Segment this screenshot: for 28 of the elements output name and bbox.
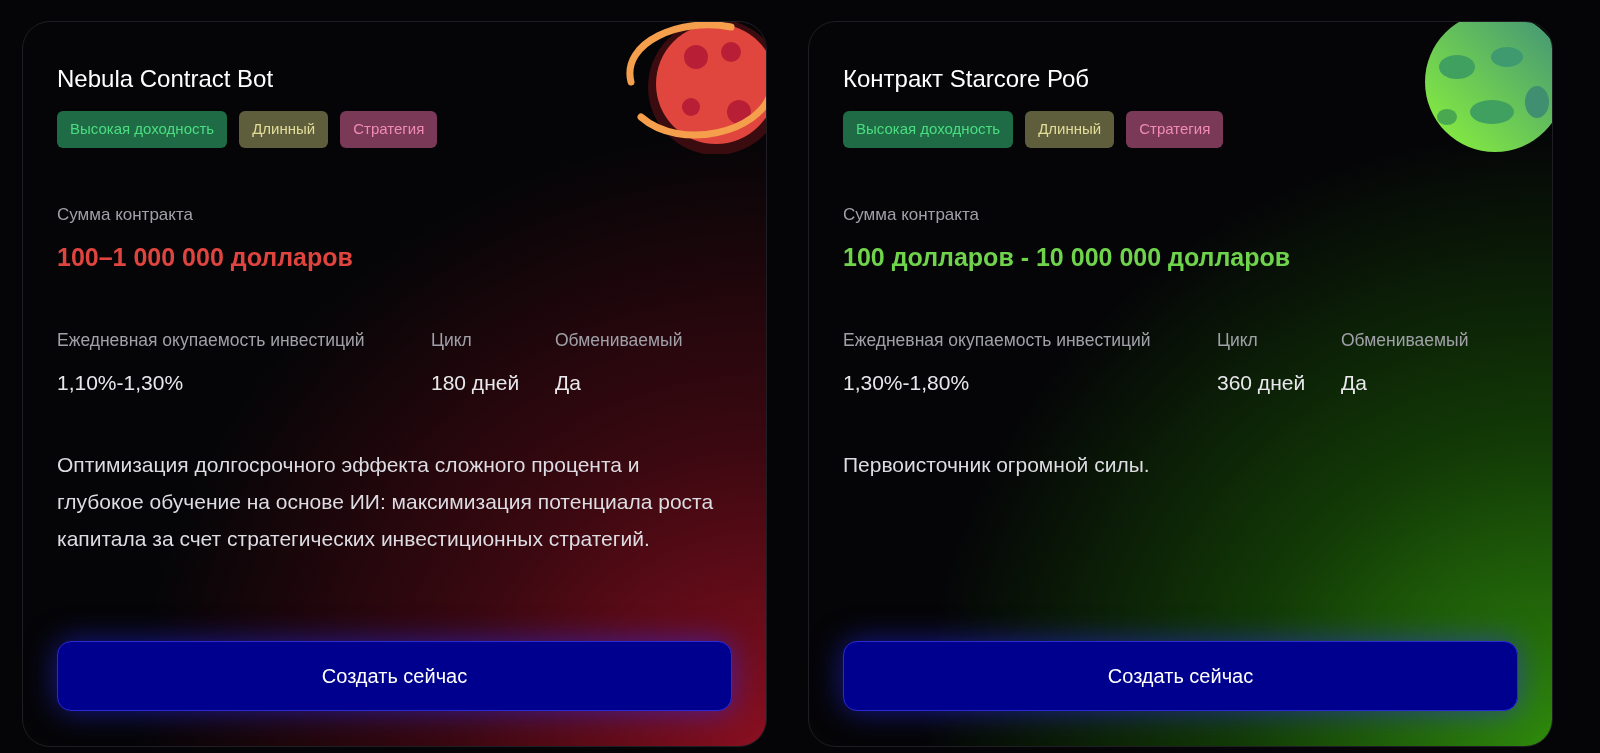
- stat-label: Ежедневная окупаемость инвестиций: [57, 328, 366, 352]
- stat-label: Ежедневная окупаемость инвестиций: [843, 328, 1152, 352]
- stat-label: Цикл: [1217, 328, 1259, 352]
- stat-value: Да: [1341, 369, 1368, 396]
- tag: Высокая доходность: [57, 111, 228, 148]
- tag: Стратегия: [1126, 111, 1224, 148]
- stat-value: 1,30%-1,80%: [843, 369, 971, 396]
- stat-label: Обмениваемый: [1341, 328, 1469, 352]
- contract-amount: 100 долларов - 10 000 000 долларов: [843, 242, 1292, 273]
- amount-label: Сумма контракта: [57, 203, 194, 226]
- stat-value: 360 дней: [1217, 369, 1307, 396]
- tag: Высокая доходность: [843, 111, 1014, 148]
- stat-label: Обмениваемый: [555, 328, 683, 352]
- stat-value: 1,10%-1,30%: [57, 369, 185, 396]
- description: Первоисточник огромной силы.: [843, 452, 1151, 479]
- create-button[interactable]: Создать сейчас: [57, 641, 732, 711]
- card-title: Контракт Starcore Роб: [843, 64, 1091, 94]
- tag: Длинный: [1025, 111, 1115, 148]
- amount-label: Сумма контракта: [843, 203, 980, 226]
- tag: Стратегия: [340, 111, 438, 148]
- tag: Длинный: [239, 111, 329, 148]
- stat-value: Да: [555, 369, 582, 396]
- stat-label: Цикл: [431, 328, 473, 352]
- description: Оптимизация долгосрочного эффекта сложного процента и глубокое обучение на основе ИИ: максимизация потенциала роста капитала за счет стратегических инвестиционных стратегий.: [57, 452, 715, 553]
- stat-value: 180 дней: [431, 369, 521, 396]
- create-button[interactable]: Создать сейчас: [843, 641, 1518, 711]
- card-title: Nebula Contract Bot: [57, 64, 275, 94]
- contract-amount: 100–1 000 000 долларов: [57, 242, 354, 273]
